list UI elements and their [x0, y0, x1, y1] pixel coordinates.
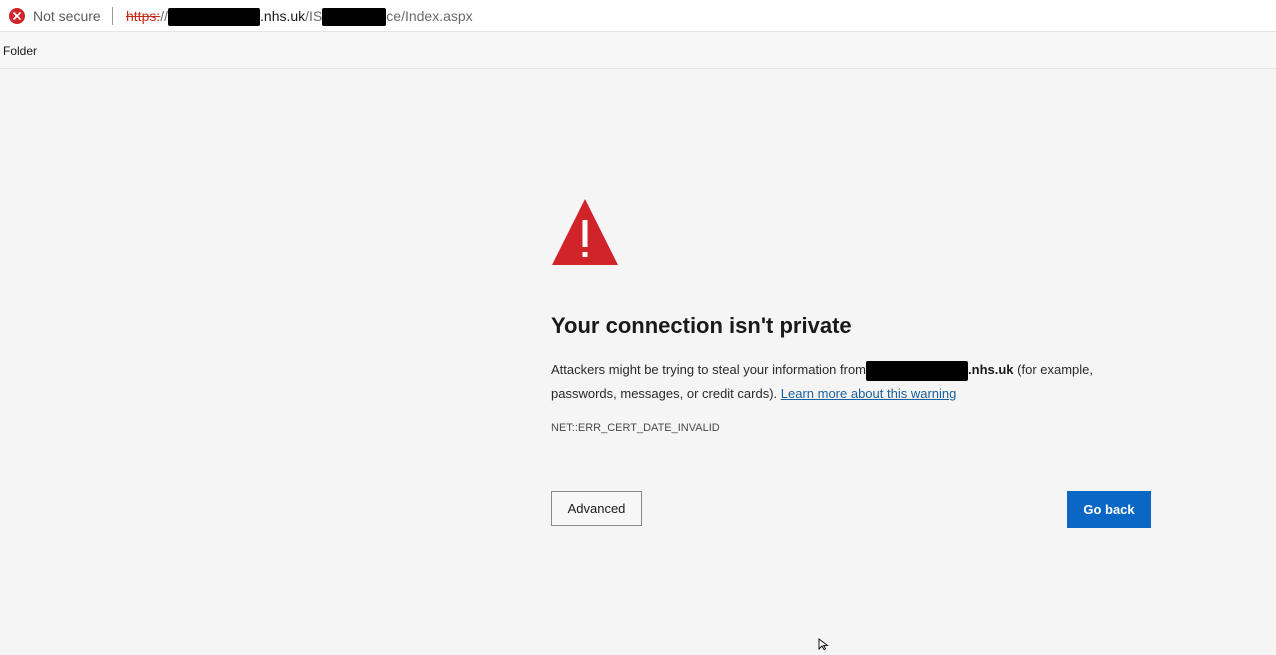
advanced-button[interactable]: Advanced	[551, 491, 642, 526]
favorites-bar: Folder	[0, 32, 1276, 69]
security-status-label[interactable]: Not secure	[33, 8, 101, 24]
url-path-suffix: ce/Index.aspx	[386, 8, 473, 24]
url-field[interactable]: https:// .nhs.uk/IS ce/Index.aspx	[126, 8, 473, 27]
error-code: NET::ERR_CERT_DATE_INVALID	[551, 422, 720, 434]
url-host-suffix: .nhs.uk	[260, 8, 306, 24]
not-secure-icon[interactable]	[9, 8, 25, 24]
error-description: Attackers might be trying to steal your …	[551, 358, 1151, 406]
redacted-host-inline	[866, 360, 969, 381]
description-host: .nhs.uk	[968, 362, 1014, 377]
go-back-button[interactable]: Go back	[1067, 491, 1151, 528]
learn-more-link[interactable]: Learn more about this warning	[781, 386, 957, 401]
address-divider	[112, 7, 113, 25]
url-scheme: https:	[126, 8, 161, 24]
redacted-path	[322, 8, 387, 27]
mouse-pointer-icon	[818, 637, 830, 655]
url-separator: //	[160, 8, 169, 24]
address-bar: Not secure https:// .nhs.uk/IS ce/Index.as…	[0, 0, 1276, 32]
favorites-folder[interactable]: Folder	[3, 44, 37, 58]
description-prefix: Attackers might be trying to steal your …	[551, 362, 867, 377]
url-path-prefix: /IS	[305, 8, 323, 24]
page-title: Your connection isn't private	[551, 313, 852, 338]
warning-triangle-icon	[551, 198, 619, 271]
redacted-host	[168, 8, 261, 27]
